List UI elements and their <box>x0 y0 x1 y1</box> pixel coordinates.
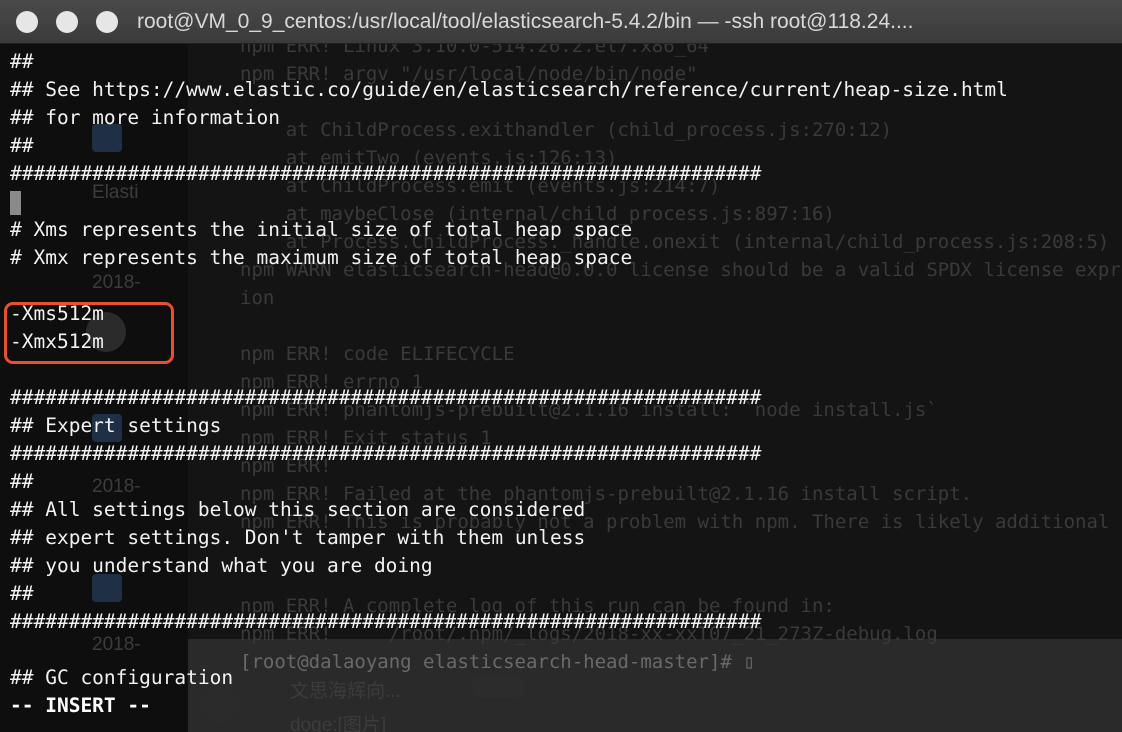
minimize-window-icon[interactable] <box>56 11 78 33</box>
editor-line: ## See https://www.elastic.co/guide/en/e… <box>10 78 1008 101</box>
text-cursor <box>10 190 21 215</box>
editor-line: ########################################… <box>10 610 762 633</box>
editor-line: ########################################… <box>10 442 762 465</box>
editor-line: ## expert settings. Don't tamper with th… <box>10 526 586 549</box>
heap-size-highlight-box <box>4 302 174 364</box>
editor-line: ########################################… <box>10 386 762 409</box>
editor-line: ## <box>10 582 34 605</box>
vim-mode-indicator: -- INSERT -- <box>10 694 151 717</box>
editor-line: ########################################… <box>10 162 762 185</box>
editor-line: ## you understand what you are doing <box>10 554 433 577</box>
close-window-icon[interactable] <box>16 11 38 33</box>
terminal-window: Elasti 2018- 2018- 2018- 文思海辉向... doge:[… <box>0 0 1122 732</box>
editor-line: ## Expert settings <box>10 414 222 437</box>
editor-line-xms: -Xms512m <box>10 302 104 325</box>
editor-line-xmx: -Xmx512m <box>10 330 104 353</box>
editor-line: ## All settings below this section are c… <box>10 498 586 521</box>
editor-line: # Xmx represents the maximum size of tot… <box>10 246 633 269</box>
editor-text-area[interactable]: ## ## See https://www.elastic.co/guide/e… <box>10 48 1120 720</box>
editor-line: ## <box>10 50 34 73</box>
maximize-window-icon[interactable] <box>96 11 118 33</box>
editor-line: ## <box>10 470 34 493</box>
editor-line: ## GC configuration <box>10 666 234 689</box>
editor-line: ## for more information <box>10 106 281 129</box>
editor-line: ## <box>10 134 34 157</box>
title-bar: root@VM_0_9_centos:/usr/local/tool/elast… <box>0 0 1122 44</box>
window-title: root@VM_0_9_centos:/usr/local/tool/elast… <box>137 10 914 33</box>
editor-line: # Xms represents the initial size of tot… <box>10 218 633 241</box>
editor-cursor-line <box>10 188 1120 216</box>
